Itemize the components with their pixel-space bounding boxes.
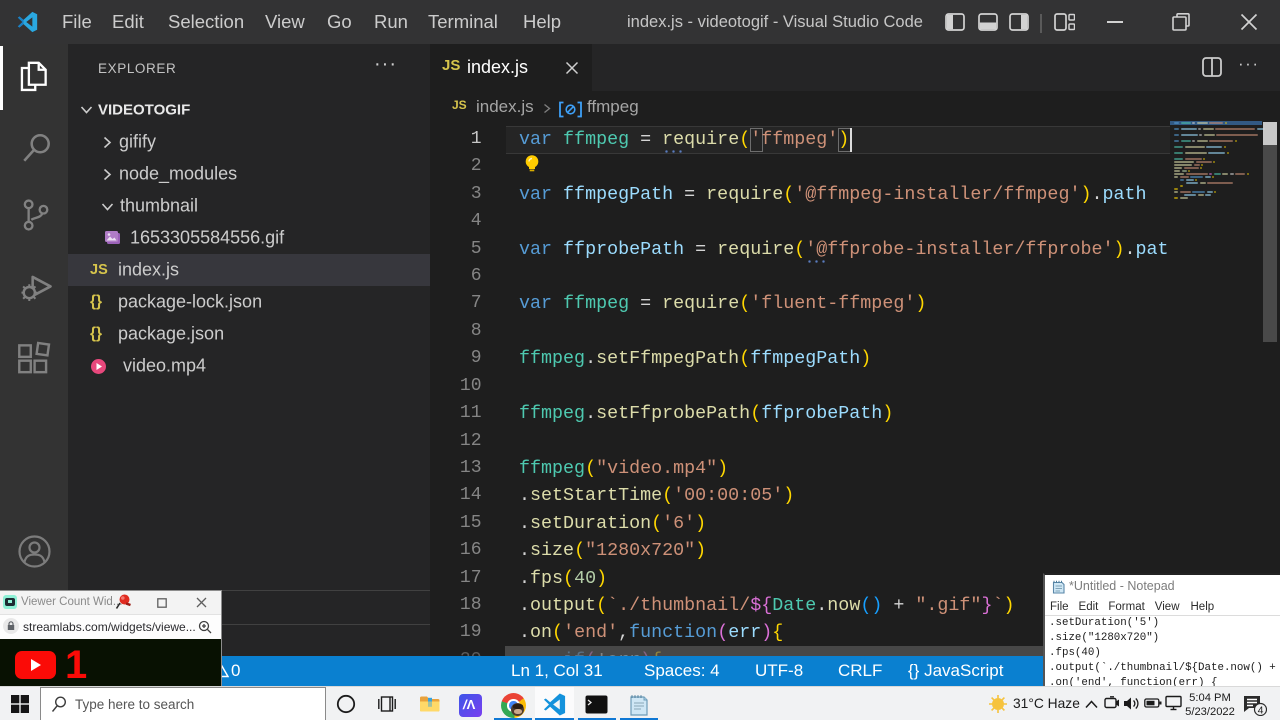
svg-text:4: 4	[1258, 705, 1264, 717]
